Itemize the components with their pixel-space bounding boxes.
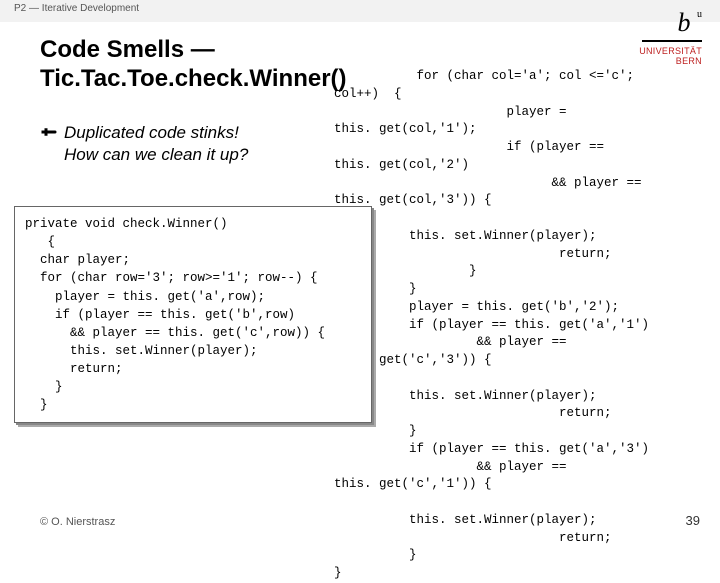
logo-superscript: u xyxy=(697,9,702,20)
page-number: 39 xyxy=(686,513,700,528)
logo-university-line: UNIVERSITÄT xyxy=(639,46,702,56)
pointing-hand-icon xyxy=(40,125,58,139)
code-snippet-left: private void check.Winner() { char playe… xyxy=(14,206,372,423)
logo-underline xyxy=(642,40,702,42)
bullet-text: Duplicated code stinks! How can we clean… xyxy=(64,122,248,166)
slide-title: Code Smells — Tic.Tac.Toe.check.Winner() xyxy=(40,36,380,94)
footer-copyright: © O. Nierstrasz xyxy=(40,516,115,528)
bullet-line: Duplicated code stinks! How can we clean… xyxy=(40,122,360,166)
code-snippet-right: for (char col='a'; col <='c'; col++) { p… xyxy=(334,68,712,583)
logo-letter: b u xyxy=(639,10,702,36)
bullet-block: Duplicated code stinks! How can we clean… xyxy=(40,122,360,166)
title-block: Code Smells — Tic.Tac.Toe.check.Winner() xyxy=(40,36,380,94)
breadcrumb: P2 — Iterative Development xyxy=(14,3,139,14)
university-logo: b u UNIVERSITÄT BERN xyxy=(639,10,702,66)
header-bar: P2 — Iterative Development xyxy=(0,0,720,22)
logo-city-line: BERN xyxy=(639,56,702,66)
